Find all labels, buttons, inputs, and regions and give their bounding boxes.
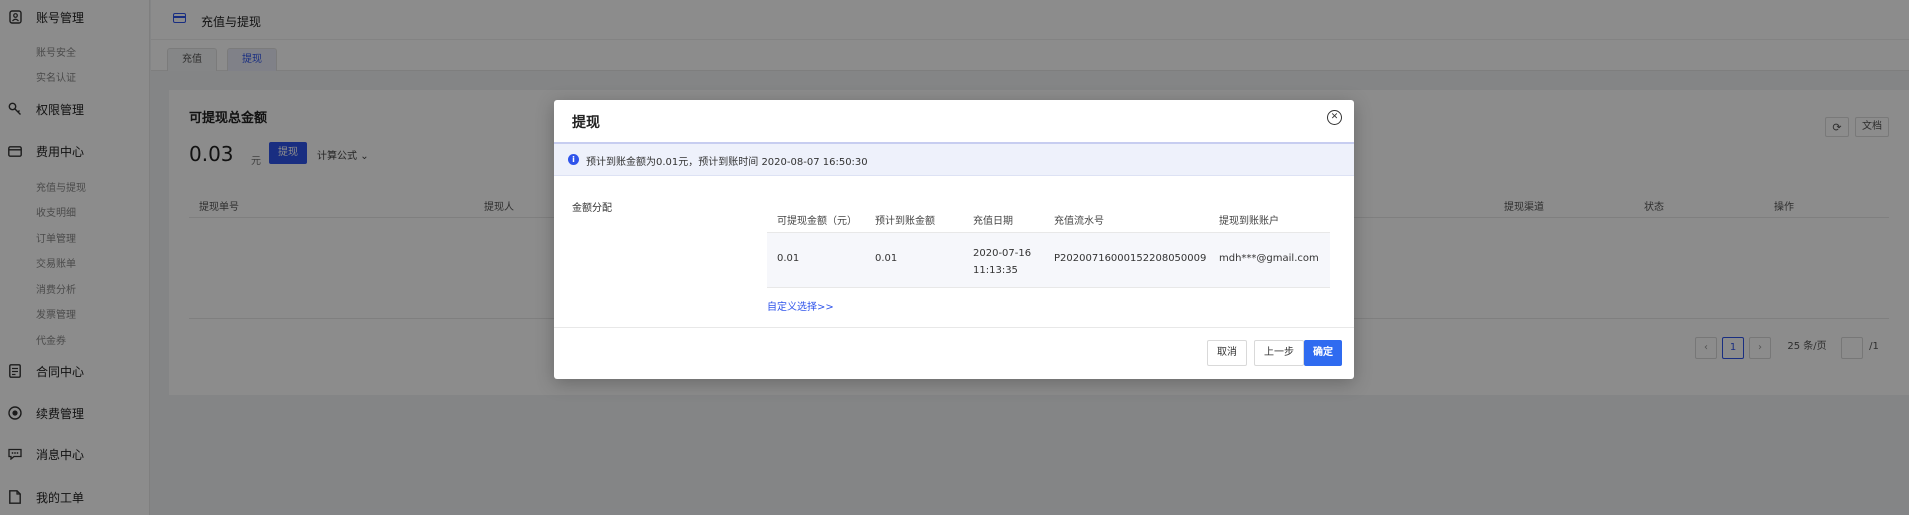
withdrawable-cell: 0.01 <box>777 253 800 264</box>
modal-footer-divider <box>554 327 1354 328</box>
cancel-button[interactable]: 取消 <box>1207 340 1247 366</box>
close-icon[interactable]: ✕ <box>1327 110 1342 125</box>
app-root: 账号管理 账号安全 实名认证 权限管理 费用中心 充值与提现 收支明细 订单管理… <box>0 0 1909 515</box>
prev-step-button[interactable]: 上一步 <box>1254 340 1304 366</box>
modal-title: 提现 <box>572 115 600 131</box>
date-cell: 2020-07-16 11:13:35 <box>973 245 1031 279</box>
column-header: 充值日期 <box>973 216 1013 227</box>
info-alert: i 预计到账金额为0.01元，预计到账时间 2020-08-07 16:50:3… <box>554 144 1354 176</box>
account-cell: mdh***@gmail.com <box>1219 253 1319 264</box>
expected-cell: 0.01 <box>875 253 898 264</box>
serial-cell: P20200716000152208050009 <box>1054 253 1207 264</box>
alert-text: 预计到账金额为0.01元，预计到账时间 2020-08-07 16:50:30 <box>586 157 868 168</box>
allocation-label: 金额分配 <box>572 203 612 214</box>
column-header: 可提现金额（元） <box>777 216 857 227</box>
column-header: 预计到账金额 <box>875 216 935 227</box>
column-header: 充值流水号 <box>1054 216 1104 227</box>
date-line: 2020-07-16 <box>973 248 1032 259</box>
custom-select-link[interactable]: 自定义选择>> <box>767 298 834 313</box>
table-row[interactable]: 0.01 0.01 2020-07-16 11:13:35 P202007160… <box>767 233 1330 288</box>
allocation-table: 可提现金额（元） 预计到账金额 充值日期 充值流水号 提现到账账户 0.01 0… <box>767 203 1330 288</box>
withdraw-modal: 提现 ✕ i 预计到账金额为0.01元，预计到账时间 2020-08-07 16… <box>554 100 1354 379</box>
info-icon: i <box>568 154 579 165</box>
table-header: 可提现金额（元） 预计到账金额 充值日期 充值流水号 提现到账账户 <box>767 203 1330 233</box>
time-line: 11:13:35 <box>973 265 1018 276</box>
confirm-button[interactable]: 确定 <box>1304 340 1342 366</box>
column-header: 提现到账账户 <box>1219 216 1279 227</box>
